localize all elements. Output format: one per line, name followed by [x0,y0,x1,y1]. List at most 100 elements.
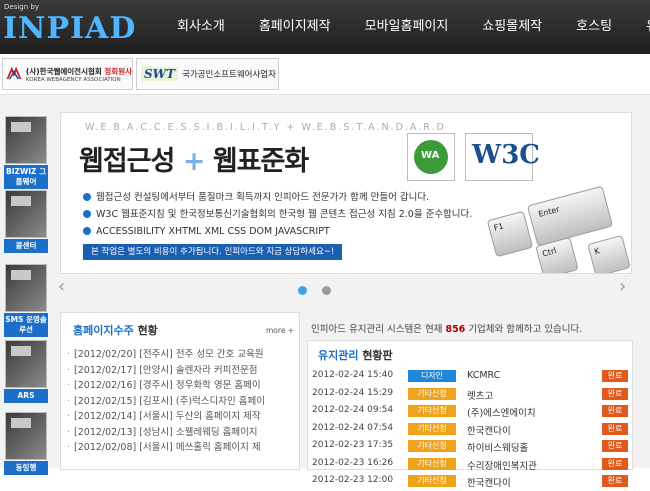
maintenance-rows: 2012-02-24 15:40 디자인 KCMRC 완료 2012-02-24 15:… [312,368,630,491]
kwa-badge[interactable]: (사)한국웹에이전시협회 정회원사 KOREA WEBAGENCY ASSOCI… [2,58,133,90]
row-client-name[interactable]: 렛츠고 [467,388,493,402]
carousel-dot[interactable] [322,286,332,295]
row-date: 2012-02-23 17:35 [312,440,394,450]
main-banner[interactable]: W.E.B.A.C.C.E.S.S.I.B.I.L.I.T.Y + W.E.B.… [60,112,632,274]
nav-maintenance[interactable]: 유지 [629,0,650,54]
status-badge: 완료 [602,440,628,452]
banner-bullet: 웹접근성 컨설팅에서부터 품질마크 획득까지 인피아드 전문가가 함께 만들어 … [83,189,472,206]
maintenance-panel: 유지관리 현황판 2012-02-24 15:40 디자인 KCMRC 완료 2012-… [307,340,633,489]
carousel-dot-active[interactable] [298,286,307,295]
row-client-name[interactable]: (주)에스엔에이치 [467,405,536,419]
sidebar-item-extra[interactable]: 동링행 [4,412,48,475]
key-k: K [587,234,631,273]
sidebar-label: ARS [4,389,48,403]
product-box-image [5,190,47,238]
list-item[interactable]: [2012/02/14] [서울시] 두산의 홈페이지 제작 [67,409,265,425]
banner-title: 웹접근성 + 웹표준화 [79,139,309,178]
bullet-icon [83,210,91,218]
site-logo[interactable]: INPIAD [3,11,136,46]
kwa-english: KOREA WEBAGENCY ASSOCIATION [25,76,121,83]
nav-homepage[interactable]: 홈페이지제작 [242,0,348,54]
main-nav: 회사소개 홈페이지제작 모바일홈페이지 쇼핑몰제작 호스팅 유지 [160,0,650,54]
next-arrow-icon[interactable]: › [619,276,626,297]
orders-panel: 홈페이지수주 현황 more + [2012/02/20] [전주시] 전주 성… [60,312,300,470]
carousel-dots [298,280,341,299]
row-date: 2012-02-24 07:54 [312,422,394,433]
list-item[interactable]: [2012/02/08] [서울시] 메쓰홀릭 홈페이지 제 [67,440,265,456]
row-type-badge: 기타신청 [408,440,456,452]
row-client-name[interactable]: KCMRC [467,370,500,381]
row-type-badge: 기타신청 [408,422,456,435]
table-row[interactable]: 2012-02-24 07:54 기타신청 한국캔다이 완료 [312,421,630,439]
bullet-icon [83,193,91,201]
row-date: 2012-02-24 15:29 [312,387,394,398]
row-date: 2012-02-23 12:00 [312,475,394,485]
prev-arrow-icon[interactable]: ‹ [58,276,65,297]
row-client-name[interactable]: 하이비스웨딩홀 [467,440,528,454]
sidebar-label: BIZWIZ 그룹웨어 [4,165,48,189]
table-row[interactable]: 2012-02-24 15:29 기타신청 렛츠고 완료 [312,386,630,404]
row-type-badge: 디자인 [408,370,456,382]
status-badge: 완료 [602,422,628,435]
w3c-text: W3C [472,140,540,170]
orders-title: 홈페이지수주 현황 [73,324,158,337]
row-date: 2012-02-24 15:40 [312,370,394,380]
swt-badge[interactable]: SWT 국가공인소프트웨어사업자 [136,58,279,90]
nav-hosting[interactable]: 호스팅 [559,0,629,54]
maintenance-title: 유지관리 현황판 [318,349,393,362]
status-badge: 완료 [602,387,628,400]
list-item[interactable]: [2012/02/15] [김포시] (주)럭스디자인 홈페이 [67,394,265,410]
maintenance-info: 인피아드 유지관리 시스템은 현재 856 기업체와 함께하고 있습니다. [311,324,583,335]
sidebar-item-callcenter[interactable]: 콜센터 [4,190,48,253]
banner-title-b: 웹표준화 [212,146,309,177]
table-row[interactable]: 2012-02-23 17:35 기타신청 하이비스웨딩홀 완료 [312,438,630,456]
bullet-icon [83,227,91,235]
product-box-image [5,264,47,312]
table-row[interactable]: 2012-02-24 15:40 디자인 KCMRC 완료 [312,368,630,386]
list-item[interactable]: [2012/02/20] [전주시] 전주 성모 간호 교육원 [67,347,265,363]
banner-bullet: ACCESSIBILITY XHTML XML CSS DOM JAVASCRI… [83,223,472,240]
sidebar-item-sms[interactable]: SMS 운영솔루션 [4,264,48,337]
row-date: 2012-02-24 09:54 [312,405,394,415]
top-header: Design by INPIAD 회사소개 홈페이지제작 모바일홈페이지 쇼핑몰… [0,0,650,54]
status-badge: 완료 [602,370,628,382]
kwa-member: 정회원사 [101,66,132,76]
product-box-image [5,116,47,164]
logo-caption: Design by [4,3,39,11]
nav-shopping[interactable]: 쇼핑몰제작 [465,0,559,54]
row-client-name[interactable]: 한국캔다이 [467,423,511,437]
sidebar-label: 동링행 [4,461,48,475]
table-row[interactable]: 2012-02-24 09:54 기타신청 (주)에스엔에이치 완료 [312,403,630,421]
list-item[interactable]: [2012/02/17] [안양시] 솔렌자라 커피전문점 [67,363,265,379]
row-type-badge: 기타신청 [408,387,456,400]
orders-list: [2012/02/20] [전주시] 전주 성모 간호 교육원 [2012/02… [67,347,265,456]
more-link[interactable]: more + [266,326,294,335]
row-client-name[interactable]: 수리장애인복지관 [467,458,537,472]
keyboard-keys-image: F1 Enter Ctrl K [486,185,631,273]
list-item[interactable]: [2012/02/16] [경주시] 정우화학 영문 홈페이 [67,378,265,394]
swt-logo: SWT [141,67,179,81]
sidebar-item-bizwiz[interactable]: BIZWIZ 그룹웨어 [4,116,48,189]
kwa-logo-icon [6,66,22,80]
product-box-image [5,412,47,460]
banner-cta[interactable]: 본 작업은 별도의 비용이 추가됩니다. 인피아드와 지금 상담하세요~! [83,244,343,260]
list-item[interactable]: [2012/02/13] [성남시] 소웰레웨딩 홈페이지 [67,425,265,441]
banner-title-a: 웹접근성 [79,146,175,177]
row-type-badge: 기타신청 [408,475,456,487]
sidebar-label: SMS 운영솔루션 [4,313,48,337]
status-badge: 완료 [602,475,628,487]
sidebar-label: 콜센터 [4,239,48,253]
status-badge: 완료 [602,405,628,417]
sidebar-item-ars[interactable]: ARS [4,340,48,403]
banner-bullet: W3C 웹표준지침 및 한국정보통신기술협회의 한국형 웹 콘텐츠 접근성 지침… [83,206,472,223]
row-type-badge: 기타신청 [408,405,456,417]
table-row[interactable]: 2012-02-23 12:00 기타신청 한국캔다이 완료 [312,473,630,491]
key-f1: F1 [486,210,534,258]
nav-company[interactable]: 회사소개 [160,0,242,54]
banner-bullets: 웹접근성 컨설팅에서부터 품질마크 획득까지 인피아드 전문가가 함께 만들어 … [83,189,472,240]
w3c-badge: W3C [465,133,540,181]
row-client-name[interactable]: 한국캔다이 [467,475,511,489]
banner-title-plus: + [182,146,206,177]
table-row[interactable]: 2012-02-23 16:26 기타신청 수리장애인복지관 완료 [312,456,630,474]
nav-mobile[interactable]: 모바일홈페이지 [348,0,466,54]
